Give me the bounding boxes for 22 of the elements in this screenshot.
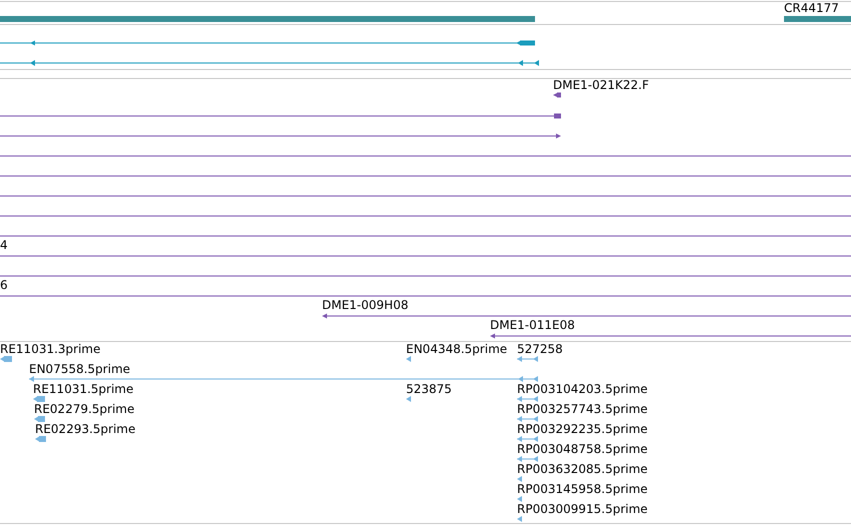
feature-label: DME1-021K22.F: [553, 78, 649, 92]
feature-label: RE11031.5prime: [33, 382, 134, 396]
feature-label: RE02279.5prime: [34, 402, 134, 416]
feature-label: RP003104203.5prime: [517, 382, 648, 396]
feature-label: RP003145958.5prime: [517, 482, 648, 496]
feature-label: RP003048758.5prime: [517, 442, 648, 456]
feature-label: EN04348.5prime: [406, 342, 508, 356]
feature-label: RE02293.5prime: [35, 422, 136, 436]
feature-label: 6: [0, 278, 8, 292]
feature-label: 527258: [517, 342, 563, 356]
feature-label: 4: [0, 238, 8, 252]
feature-label: EN07558.5prime: [29, 362, 130, 376]
feature-label: DME1-011E08: [490, 318, 575, 332]
feature-label: RP003257743.5prime: [517, 402, 648, 416]
feature-label: RP003632085.5prime: [517, 462, 648, 476]
feature-label: DME1-009H08: [322, 298, 408, 312]
feature-label: RP003009915.5prime: [517, 502, 648, 516]
feature-label: CR44177: [784, 1, 839, 15]
feature-label: RE11031.3prime: [0, 342, 100, 356]
feature-glyph: [784, 16, 851, 22]
feature-label: RP003292235.5prime: [517, 422, 648, 436]
feature-label: 523875: [406, 382, 452, 396]
